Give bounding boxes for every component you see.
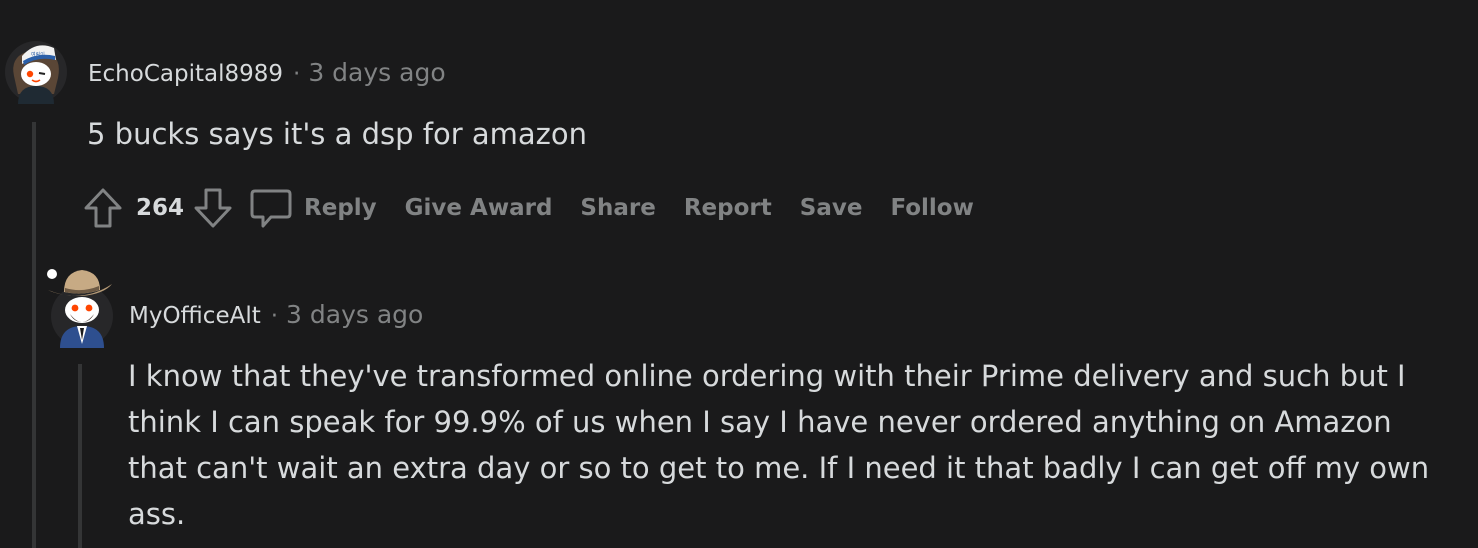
- meta-separator: ·: [293, 61, 301, 87]
- upvote-button[interactable]: [82, 186, 124, 230]
- comment-body: I know that they've transformed online o…: [128, 353, 1468, 537]
- comment-meta: MyOfficeAlt · 3 days ago: [129, 300, 423, 329]
- comment-body: 5 bucks says it's a dsp for amazon: [87, 117, 587, 151]
- downvote-icon: [194, 188, 232, 228]
- cowboy-snoo-avatar-icon: [47, 269, 113, 348]
- downvote-button[interactable]: [192, 186, 234, 230]
- author-username[interactable]: MyOfficeAlt: [129, 303, 261, 329]
- report-button[interactable]: Report: [684, 195, 772, 221]
- avatar[interactable]: [44, 264, 114, 348]
- timestamp[interactable]: 3 days ago: [286, 300, 423, 329]
- upvote-icon: [84, 188, 122, 228]
- svg-text:여림이: 여림이: [31, 51, 45, 58]
- thread-line-top-level[interactable]: [32, 122, 36, 548]
- sailor-snoo-avatar-icon: 여림이: [5, 41, 67, 104]
- avatar[interactable]: 여림이: [4, 34, 68, 104]
- comment-actions: 264 Reply Give Award Share Report Save F…: [82, 186, 1002, 230]
- save-button[interactable]: Save: [800, 195, 863, 221]
- meta-separator: ·: [270, 303, 279, 329]
- give-award-button[interactable]: Give Award: [405, 195, 553, 221]
- reply-icon-button[interactable]: [248, 186, 294, 230]
- comment-meta: EchoCapital8989 · 3 days ago: [88, 58, 446, 87]
- thread-line-reply[interactable]: [78, 364, 82, 548]
- timestamp[interactable]: 3 days ago: [308, 58, 445, 87]
- vote-score: 264: [136, 195, 185, 221]
- comment-body-line: ass.: [128, 497, 186, 531]
- follow-button[interactable]: Follow: [890, 195, 973, 221]
- reply-button[interactable]: Reply: [304, 195, 377, 221]
- comment-body-line: think I can speak for 99.9% of us when I…: [128, 405, 1392, 439]
- comment-icon: [250, 189, 292, 228]
- author-username[interactable]: EchoCapital8989: [88, 61, 283, 87]
- comment-body-line: I know that they've transformed online o…: [128, 359, 1406, 393]
- share-button[interactable]: Share: [580, 195, 655, 221]
- comment-body-line: that can't wait an extra day or so to ge…: [128, 451, 1430, 485]
